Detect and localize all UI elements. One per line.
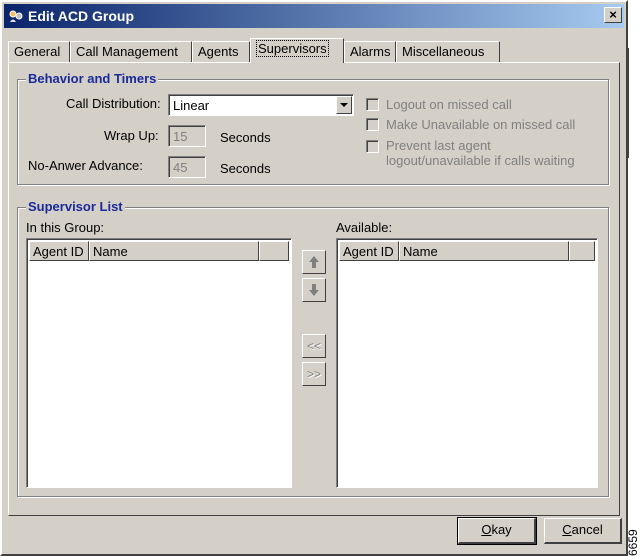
logout-missed-checkbox[interactable] bbox=[366, 98, 379, 111]
figure-number: 6659 bbox=[626, 496, 642, 556]
cancel-label: Cancel bbox=[562, 522, 603, 537]
wrap-up-field[interactable]: 15 bbox=[168, 125, 206, 147]
wrap-up-unit: Seconds bbox=[220, 130, 271, 145]
remove-supervisor-button[interactable]: >> bbox=[302, 362, 326, 386]
column-agent-id[interactable]: Agent ID bbox=[29, 241, 89, 261]
add-supervisor-button[interactable]: << bbox=[302, 334, 326, 358]
unavailable-missed-label: Make Unavailable on missed call bbox=[386, 117, 576, 132]
no-answer-advance-unit: Seconds bbox=[220, 161, 271, 176]
available-label: Available: bbox=[336, 220, 393, 235]
column-name[interactable]: Name bbox=[89, 241, 259, 261]
supervisors-tab-panel: Behavior and Timers Call Distribution: L… bbox=[8, 62, 620, 516]
okay-button[interactable]: Okay bbox=[457, 517, 537, 545]
column-name[interactable]: Name bbox=[399, 241, 569, 261]
move-up-button[interactable] bbox=[302, 250, 326, 274]
call-distribution-select[interactable]: Linear bbox=[168, 94, 354, 116]
prevent-last-agent-label-2: logout/unavailable if calls waiting bbox=[386, 153, 575, 168]
column-spacer bbox=[259, 241, 289, 261]
tab-call-management[interactable]: Call Management bbox=[70, 41, 192, 62]
tab-supervisors[interactable]: Supervisors bbox=[250, 38, 344, 63]
unavailable-missed-checkbox[interactable] bbox=[366, 118, 379, 131]
edge-line bbox=[628, 48, 629, 158]
call-distribution-value: Linear bbox=[173, 98, 210, 113]
logout-missed-label: Logout on missed call bbox=[386, 97, 512, 112]
available-list-header: Agent ID Name bbox=[339, 241, 595, 261]
cancel-button[interactable]: Cancel bbox=[544, 518, 622, 544]
close-button[interactable]: × bbox=[604, 7, 622, 23]
no-answer-advance-field[interactable]: 45 bbox=[168, 156, 206, 178]
prevent-last-agent-checkbox[interactable] bbox=[366, 140, 379, 153]
available-listview[interactable]: Agent ID Name bbox=[336, 238, 598, 488]
in-group-list-header: Agent ID Name bbox=[29, 241, 289, 261]
move-down-button[interactable] bbox=[302, 278, 326, 302]
tab-alarms[interactable]: Alarms bbox=[344, 41, 396, 62]
tab-miscellaneous[interactable]: Miscellaneous bbox=[396, 41, 500, 62]
okay-label: Okay bbox=[481, 522, 512, 537]
in-group-listview[interactable]: Agent ID Name bbox=[26, 238, 292, 488]
acd-app-icon bbox=[9, 10, 23, 22]
behavior-timers-group: Behavior and Timers Call Distribution: L… bbox=[17, 71, 609, 185]
figure-number-text: 6659 bbox=[626, 529, 640, 556]
column-spacer bbox=[569, 241, 595, 261]
behavior-timers-title: Behavior and Timers bbox=[26, 71, 159, 86]
wrap-up-label: Wrap Up: bbox=[104, 128, 159, 143]
tab-agents[interactable]: Agents bbox=[192, 41, 250, 62]
in-this-group-label: In this Group: bbox=[26, 220, 105, 235]
down-arrow-icon bbox=[309, 284, 319, 296]
prevent-last-agent-label-1: Prevent last agent bbox=[386, 138, 491, 153]
supervisor-list-title: Supervisor List bbox=[26, 199, 125, 214]
supervisor-list-group: Supervisor List In this Group: Agent ID … bbox=[17, 199, 609, 497]
edit-acd-group-dialog: Edit ACD Group × General Call Management… bbox=[0, 0, 628, 556]
no-answer-advance-label: No-Anwer Advance: bbox=[28, 158, 143, 173]
tab-general[interactable]: General bbox=[8, 41, 70, 62]
title-bar: Edit ACD Group × bbox=[4, 4, 624, 28]
up-arrow-icon bbox=[309, 256, 319, 268]
column-agent-id[interactable]: Agent ID bbox=[339, 241, 399, 261]
call-distribution-label: Call Distribution: bbox=[66, 96, 161, 111]
close-icon: × bbox=[609, 7, 617, 22]
window-title: Edit ACD Group bbox=[28, 8, 135, 24]
chevron-down-icon[interactable] bbox=[336, 96, 352, 114]
